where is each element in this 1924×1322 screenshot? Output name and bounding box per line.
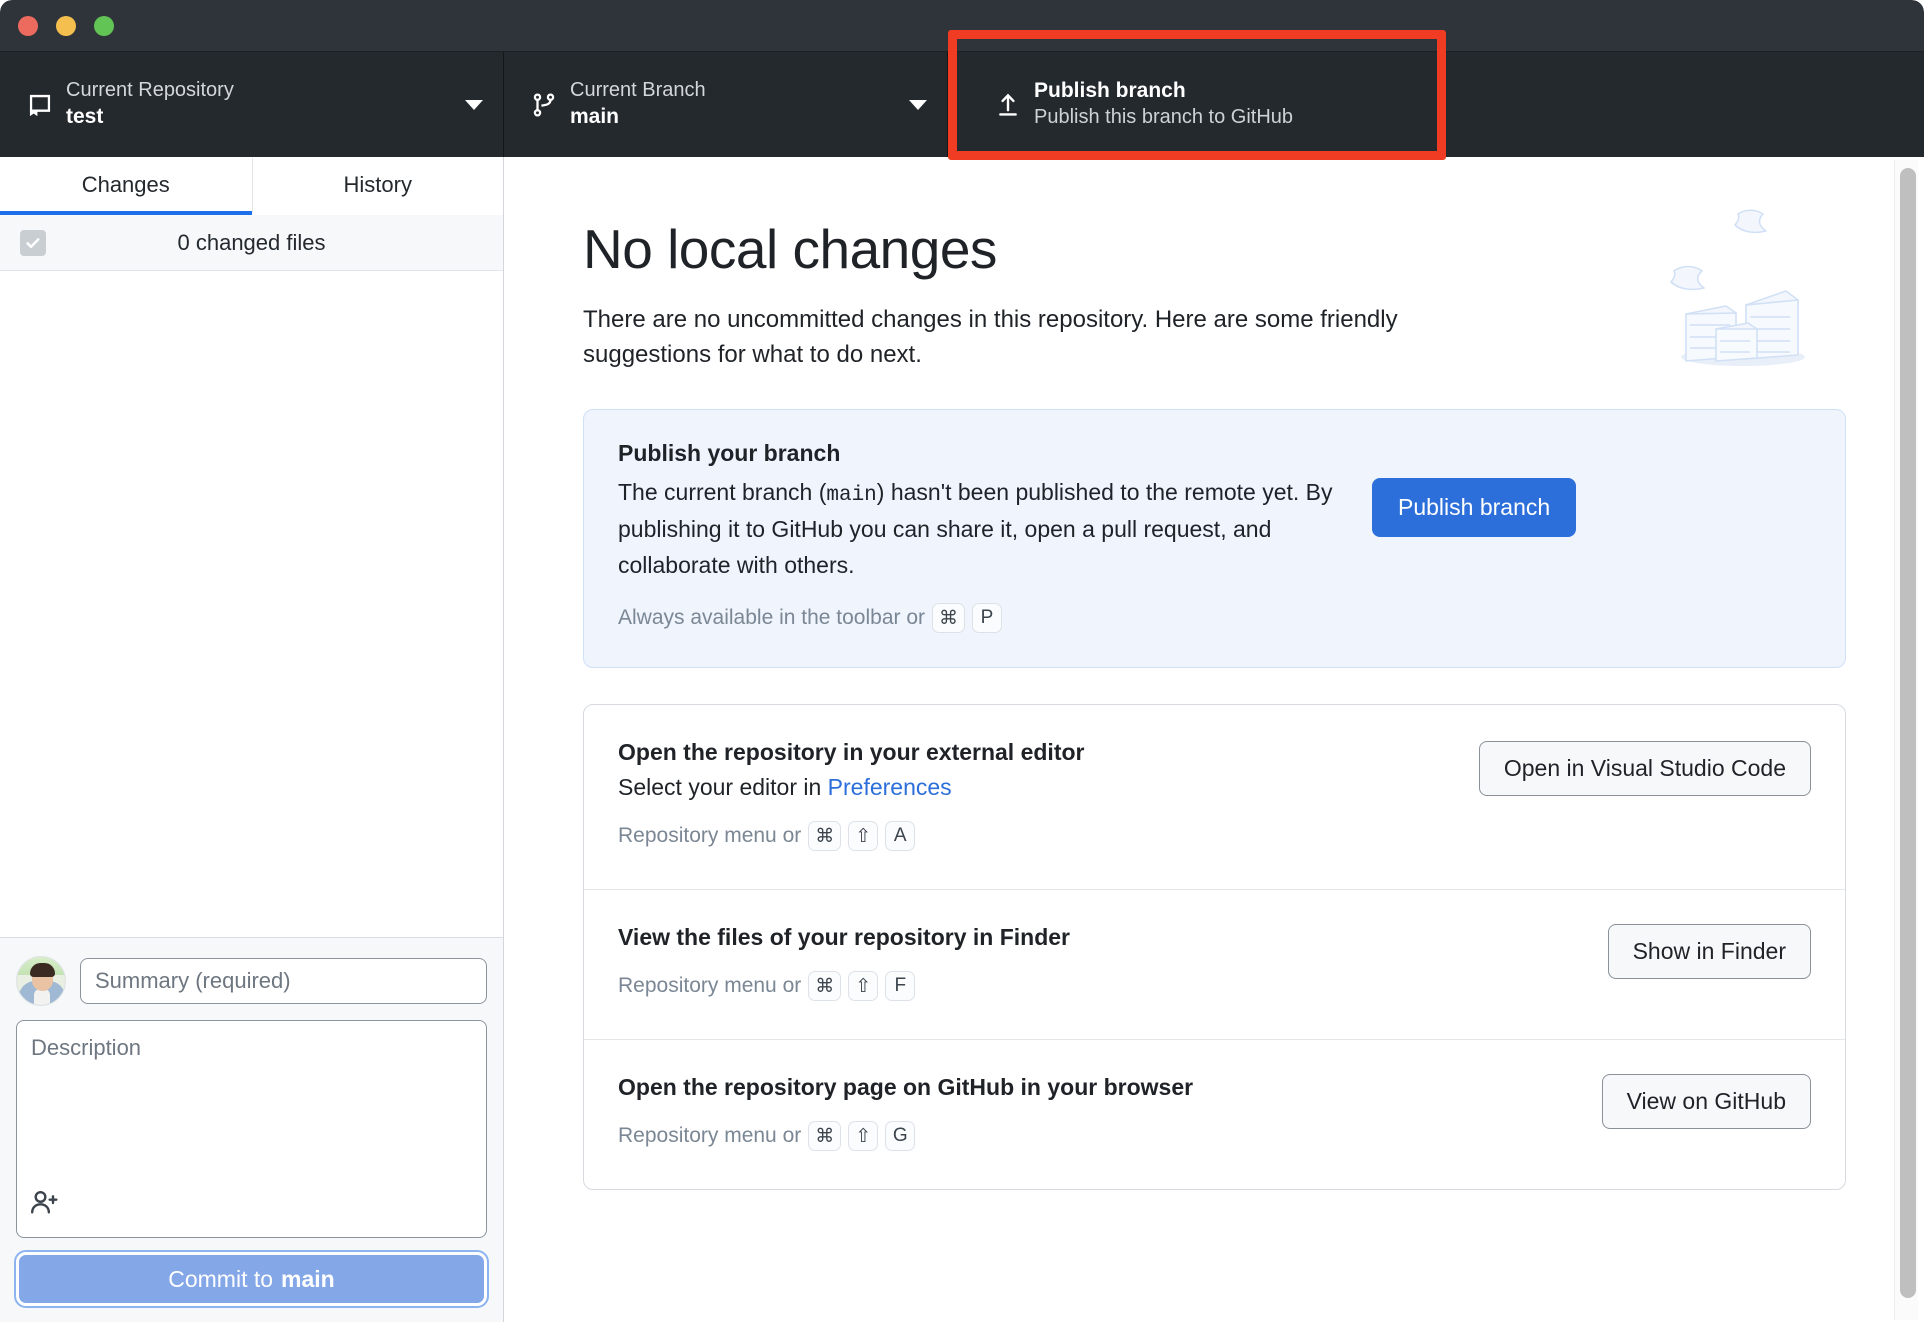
suggestion-button-wrap: Show in Finder	[1607, 924, 1811, 980]
kbd-a: A	[885, 821, 916, 852]
publish-branch-text: Publish branch Publish this branch to Gi…	[1026, 78, 1904, 130]
commit-to-branch-button[interactable]: Commit to main	[14, 1250, 489, 1308]
current-repository-dropdown[interactable]: Current Repository test	[0, 52, 504, 157]
kbd-shift: ⇧	[848, 971, 879, 1002]
commit-composer: Description Commit to main	[0, 937, 503, 1322]
suggestion-hint: Repository menu or ⌘ ⇧ G	[618, 1121, 1578, 1152]
changed-files-list	[0, 271, 503, 1017]
repo-icon	[22, 92, 58, 118]
kbd-f: F	[885, 971, 916, 1002]
suggestion-row-finder: View the files of your repository in Fin…	[584, 889, 1845, 1039]
publish-card-hint-text: Always available in the toolbar or	[618, 606, 926, 630]
publish-card-text: Publish your branch The current branch (…	[618, 440, 1348, 634]
avatar	[16, 956, 66, 1006]
chevron-down-icon[interactable]	[909, 99, 927, 110]
suggestion-subtitle: Select your editor in Preferences	[618, 774, 1455, 801]
suggestion-hint-text: Repository menu or	[618, 974, 802, 998]
suggestion-hint: Repository menu or ⌘ ⇧ A	[618, 821, 1455, 852]
app-window: Current Repository test Current Branch m…	[0, 0, 1924, 1322]
suggestion-row-external-editor: Open the repository in your external edi…	[584, 705, 1845, 889]
suggestion-text: Open the repository in your external edi…	[618, 739, 1455, 852]
main-scrollbar[interactable]	[1894, 160, 1918, 1320]
git-branch-icon	[526, 92, 562, 118]
suggestion-button-wrap: View on GitHub	[1601, 1074, 1811, 1130]
main-scrollbar-thumb[interactable]	[1900, 168, 1916, 1298]
publish-card-body-branch: main	[826, 483, 877, 507]
tab-history[interactable]: History	[251, 158, 503, 215]
current-repository-value: test	[66, 104, 104, 128]
show-in-finder-button[interactable]: Show in Finder	[1607, 924, 1811, 980]
suggestion-button-wrap: Open in Visual Studio Code	[1478, 739, 1811, 797]
main-content: No local changes There are no uncommitte…	[505, 157, 1924, 1322]
suggestion-title: Open the repository page on GitHub in yo…	[618, 1074, 1194, 1101]
suggestion-title: Open the repository in your external edi…	[618, 739, 1085, 766]
publish-card-body-part1: The current branch (	[618, 478, 827, 505]
kbd-command: ⌘	[808, 1121, 842, 1152]
current-branch-label: Current Branch	[570, 79, 706, 102]
preferences-link[interactable]: Preferences	[828, 774, 952, 800]
chevron-down-icon[interactable]	[465, 99, 483, 110]
kbd-g: G	[885, 1121, 916, 1152]
publish-card-body: The current branch (main) hasn't been pu…	[618, 475, 1348, 584]
kbd-command: ⌘	[808, 821, 842, 852]
kbd-p: P	[972, 603, 1003, 634]
publish-branch-toolbar-button[interactable]: Publish branch Publish this branch to Gi…	[948, 52, 1924, 157]
changed-files-header: 0 changed files	[0, 215, 503, 271]
commit-summary-input[interactable]	[80, 958, 487, 1004]
kbd-command: ⌘	[932, 603, 966, 634]
suggestion-row-github: Open the repository page on GitHub in yo…	[584, 1039, 1845, 1189]
publish-branch-button[interactable]: Publish branch	[1372, 477, 1577, 537]
publish-card-hint: Always available in the toolbar or ⌘ P	[618, 603, 1348, 634]
select-all-files-checkbox[interactable]	[20, 229, 46, 256]
kbd-shift: ⇧	[848, 821, 879, 852]
suggestions-card: Open the repository in your external edi…	[583, 704, 1846, 1191]
page-subtitle: There are no uncommitted changes in this…	[583, 306, 1398, 368]
view-on-github-button[interactable]: View on GitHub	[1601, 1074, 1811, 1130]
minimize-window-button[interactable]	[56, 16, 76, 36]
current-repository-label: Current Repository	[66, 79, 234, 102]
person-add-icon[interactable]	[29, 1188, 61, 1225]
commit-description-placeholder: Description	[31, 1035, 142, 1060]
suggestion-hint: Repository menu or ⌘ ⇧ F	[618, 971, 1584, 1002]
publish-branch-card: Publish your branch The current branch (…	[583, 408, 1846, 669]
suggestion-text: View the files of your repository in Fin…	[618, 924, 1584, 1002]
commit-summary-row	[16, 956, 487, 1006]
stacked-papers-illustration	[1638, 205, 1848, 375]
publish-card-button-wrap: Publish branch	[1372, 440, 1577, 537]
sidebar-tabs: Changes History	[0, 157, 503, 215]
upload-icon	[990, 91, 1026, 119]
changed-files-count: 0 changed files	[177, 229, 326, 255]
current-repository-text: Current Repository test	[58, 78, 455, 130]
kbd-command: ⌘	[808, 971, 842, 1002]
suggestion-text: Open the repository page on GitHub in yo…	[618, 1074, 1578, 1152]
commit-button-prefix: Commit to	[168, 1265, 274, 1292]
commit-button-branch: main	[281, 1265, 335, 1292]
current-branch-dropdown[interactable]: Current Branch main	[504, 52, 948, 157]
close-window-button[interactable]	[18, 16, 38, 36]
suggestion-sub-prefix: Select your editor in	[618, 774, 828, 801]
window-titlebar	[0, 0, 1924, 52]
suggestion-title: View the files of your repository in Fin…	[618, 924, 1070, 951]
publish-branch-subtitle: Publish this branch to GitHub	[1034, 106, 1294, 129]
publish-branch-title: Publish branch	[1034, 79, 1186, 103]
publish-card-title: Publish your branch	[618, 439, 841, 466]
changes-sidebar: Changes History 0 changed files Summary …	[0, 157, 504, 1322]
suggestion-hint-text: Repository menu or	[618, 824, 802, 848]
current-branch-value: main	[570, 104, 620, 128]
kbd-shift: ⇧	[848, 1121, 879, 1152]
open-in-external-editor-button[interactable]: Open in Visual Studio Code	[1478, 741, 1811, 797]
suggestion-hint-text: Repository menu or	[618, 1124, 802, 1148]
tab-changes[interactable]: Changes	[0, 158, 252, 215]
app-toolbar: Current Repository test Current Branch m…	[0, 52, 1924, 157]
maximize-window-button[interactable]	[94, 16, 114, 36]
commit-description-input[interactable]: Description	[16, 1020, 487, 1238]
current-branch-text: Current Branch main	[562, 78, 899, 130]
